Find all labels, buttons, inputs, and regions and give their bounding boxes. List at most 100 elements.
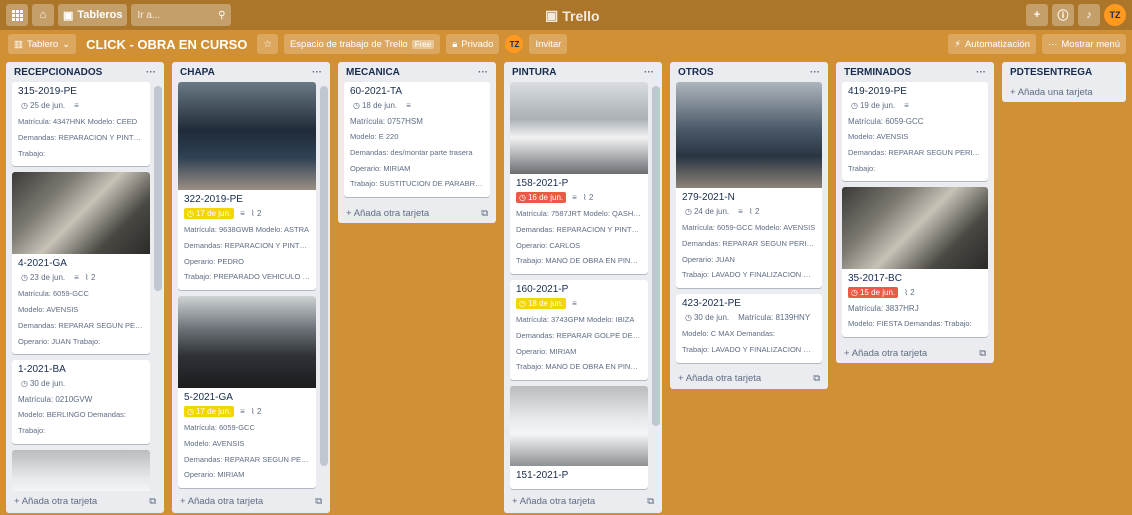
list-header[interactable]: TERMINADOS ···	[836, 62, 994, 82]
card[interactable]: 322-2019-PE ◷ 17 de jun. ≡ ⌇ 2 Matrícula:…	[178, 82, 316, 290]
home-icon: ⌂	[39, 9, 47, 21]
list-header[interactable]: MECANICA ···	[338, 62, 496, 82]
clock-icon: ◷	[851, 288, 858, 298]
card[interactable]	[12, 449, 150, 491]
card-badges: ◷ 30 de jun. Matrícula: 8139HNY	[682, 312, 816, 323]
visibility-button[interactable]: 🔒︎ Privado	[446, 34, 500, 54]
card-field: Operario: PEDRO	[184, 256, 245, 266]
card[interactable]: 5-2021-GA ◷ 17 de jun. ≡ ⌇ 2 Matrícula: 6…	[178, 296, 316, 488]
template-icon[interactable]: ⧉	[481, 208, 488, 219]
clock-icon: ◷	[685, 207, 692, 216]
list-scrollbar[interactable]	[154, 86, 162, 291]
board-title[interactable]: CLICK - OBRA EN CURSO	[82, 37, 251, 52]
paperclip-icon: ⌇	[748, 207, 753, 216]
card-field: Demandas: REPARAR SEGUN PERITACIO...	[18, 320, 144, 330]
card-badges: ◷ 15 de jun. ⌇ 2 Matrícula: 3837HRJ	[848, 287, 982, 313]
list-scrollbar[interactable]	[652, 86, 660, 426]
list-header[interactable]: RECEPCIONADOS ···	[6, 62, 164, 82]
info-button[interactable]: ⓘ	[1052, 4, 1074, 26]
list-menu-icon[interactable]: ···	[976, 67, 986, 78]
list-menu-icon[interactable]: ···	[644, 67, 654, 78]
add-card-button[interactable]: + Añada otra tarjeta ⧉	[836, 343, 994, 363]
list-header[interactable]: CHAPA ···	[172, 62, 330, 82]
notifications-button[interactable]: ♪	[1078, 4, 1100, 26]
due-date-badge: ◷ 18 de jun.	[516, 298, 567, 309]
card-badges: ◷ 24 de jun. ≡ ⌇ 2	[682, 206, 816, 217]
plus-icon: +	[346, 207, 352, 219]
description-icon: ≡	[240, 209, 245, 218]
card-field: Operario: MIRIAM	[516, 346, 577, 356]
apps-grid-icon[interactable]	[6, 4, 28, 26]
list-menu-icon[interactable]: ···	[146, 67, 156, 78]
card-cover-image	[12, 172, 150, 255]
clock-icon: ◷	[187, 407, 194, 416]
template-icon[interactable]: ⧉	[979, 348, 986, 359]
card[interactable]: 151-2021-P	[510, 386, 648, 489]
card-field: Trabajo: MANO DE OBRA EN PINTURA	[516, 256, 642, 266]
list-title: MECANICA	[346, 66, 400, 78]
add-card-button[interactable]: + Añada otra tarjeta ⧉	[504, 491, 662, 511]
card[interactable]: 158-2021-P ◷ 16 de jun. ≡ ⌇ 2 Matrícula: …	[510, 82, 648, 274]
list-menu-icon[interactable]: ···	[312, 67, 322, 78]
view-label: Tablero	[26, 38, 59, 50]
card-badges: ◷ 17 de jun. ≡ ⌇ 2	[184, 406, 310, 417]
template-icon[interactable]: ⧉	[647, 496, 654, 507]
automation-button[interactable]: ⚡︎ Automatización	[948, 34, 1036, 54]
list-recepcionados: RECEPCIONADOS ··· 315-2019-PE ◷ 25 de jun…	[6, 62, 164, 513]
add-card-button[interactable]: + Añada otra tarjeta ⧉	[670, 369, 828, 389]
star-button[interactable]: ☆	[257, 34, 278, 54]
clock-icon: ◷	[519, 193, 526, 202]
search-input[interactable]: Ir a... ⚲	[131, 4, 232, 26]
card[interactable]: 4-2021-GA ◷ 23 de jun. ≡ ⌇ 2 Matrícula: 6…	[12, 172, 150, 355]
template-icon[interactable]: ⧉	[813, 373, 820, 384]
list-header[interactable]: PINTURA ···	[504, 62, 662, 82]
list-menu-icon[interactable]: ···	[478, 67, 488, 78]
view-switcher-button[interactable]: ▥ Tablero ⌄	[8, 34, 77, 54]
card-field: Trabajo:	[848, 163, 876, 173]
add-card-button[interactable]: + Añada otra tarjeta ⧉	[338, 203, 496, 223]
add-card-button[interactable]: + Añada una tarjeta	[1002, 82, 1126, 102]
attachment-badge: ⌇ 2	[904, 288, 915, 298]
home-button[interactable]: ⌂	[32, 4, 54, 26]
card[interactable]: 419-2019-PE ◷ 19 de jun. ≡ Matrícula: 605…	[842, 82, 988, 182]
list-header[interactable]: PDTESENTREGA	[1002, 62, 1126, 82]
plus-icon: +	[180, 495, 186, 507]
card[interactable]: 279-2021-N ◷ 24 de jun. ≡ ⌇ 2 Matrícula: …	[676, 82, 822, 288]
template-icon[interactable]: ⧉	[149, 496, 156, 507]
card[interactable]: 160-2021-P ◷ 18 de jun. ≡ Matrícula: 3743…	[510, 280, 648, 380]
list-otros: OTROS ··· 279-2021-N ◷ 24 de jun. ≡ ⌇ 2 M…	[670, 62, 828, 389]
workspace-button[interactable]: Espacio de trabajo de Trello Free	[283, 34, 441, 54]
list-scrollbar[interactable]	[320, 86, 328, 466]
plus-icon: +	[512, 495, 518, 507]
card-title: 1-2021-BA	[18, 364, 66, 376]
card-inline-field: Matrícula: 0210GVW	[18, 395, 93, 405]
create-button[interactable]: +	[1026, 4, 1048, 26]
show-menu-button[interactable]: ··· Mostrar menú	[1041, 34, 1126, 54]
invite-button[interactable]: Invitar	[529, 34, 568, 54]
card-field: Operario: JUAN	[682, 254, 735, 264]
add-card-button[interactable]: + Añada otra tarjeta ⧉	[172, 491, 330, 511]
user-avatar[interactable]: TZ	[1104, 4, 1126, 26]
card[interactable]: 35-2017-BC ◷ 15 de jun. ⌇ 2 Matrícula: 38…	[842, 187, 988, 337]
card[interactable]: 423-2021-PE ◷ 30 de jun. Matrícula: 8139H…	[676, 294, 822, 363]
list-title: PINTURA	[512, 66, 557, 78]
boards-button[interactable]: ▣ Tableros	[58, 4, 128, 26]
trello-logo[interactable]: ▣ Trello	[545, 7, 600, 24]
list-menu-icon[interactable]: ···	[810, 67, 820, 78]
card[interactable]: 60-2021-TA ◷ 18 de jun. ≡ Matrícula: 0757…	[344, 82, 490, 197]
card-field: Trabajo: PREPARADO VEHICULO PARA P...	[184, 272, 310, 282]
member-avatar[interactable]: TZ	[505, 35, 524, 53]
card[interactable]: 1-2021-BA ◷ 30 de jun. Matrícula: 0210GVW…	[12, 360, 150, 444]
plus-icon: +	[1033, 9, 1041, 21]
card[interactable]: 315-2019-PE ◷ 25 de jun. ≡ Matrícula: 434…	[12, 82, 150, 167]
lightning-icon: ⚡︎	[954, 38, 961, 50]
list-header[interactable]: OTROS ···	[670, 62, 828, 82]
add-card-button[interactable]: + Añada otra tarjeta ⧉	[6, 491, 164, 511]
card-field: Demandas: REPARAR SEGUN PERITACIO...	[184, 454, 310, 464]
card-field: Matrícula: 4347HNK Modelo: CEED	[18, 117, 138, 126]
template-icon[interactable]: ⧉	[315, 496, 322, 507]
card-field: Matrícula: 7587JRT Modelo: QASHQAI	[516, 209, 642, 218]
clock-icon: ◷	[851, 101, 858, 110]
boards-label: Tableros	[77, 9, 123, 21]
bell-icon: ♪	[1086, 9, 1092, 21]
